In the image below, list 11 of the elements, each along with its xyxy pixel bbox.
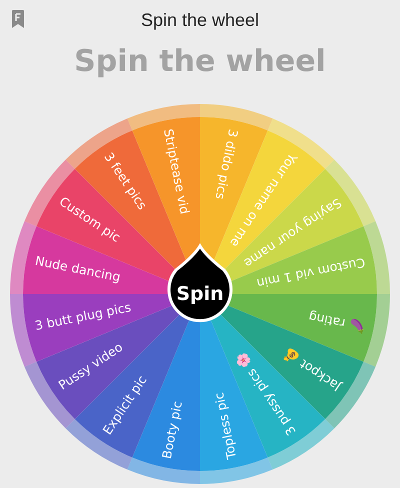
page-heading: Spin the wheel (74, 44, 326, 79)
segment-label: Topless pic (211, 391, 240, 460)
window-title: Spin the wheel (140, 10, 260, 30)
bookmark-icon[interactable] (12, 10, 24, 28)
segment-label: 🍆 rating (307, 309, 366, 336)
segment-label: 3 butt plug pics (34, 299, 132, 334)
segment-label: Nude dancing (34, 252, 122, 284)
segment-label: Booty pic (158, 400, 185, 460)
segment-label: Striptease vid (160, 128, 193, 216)
spin-button[interactable]: Spin (168, 244, 232, 322)
segment-label: 3 dildo pics (212, 128, 242, 201)
